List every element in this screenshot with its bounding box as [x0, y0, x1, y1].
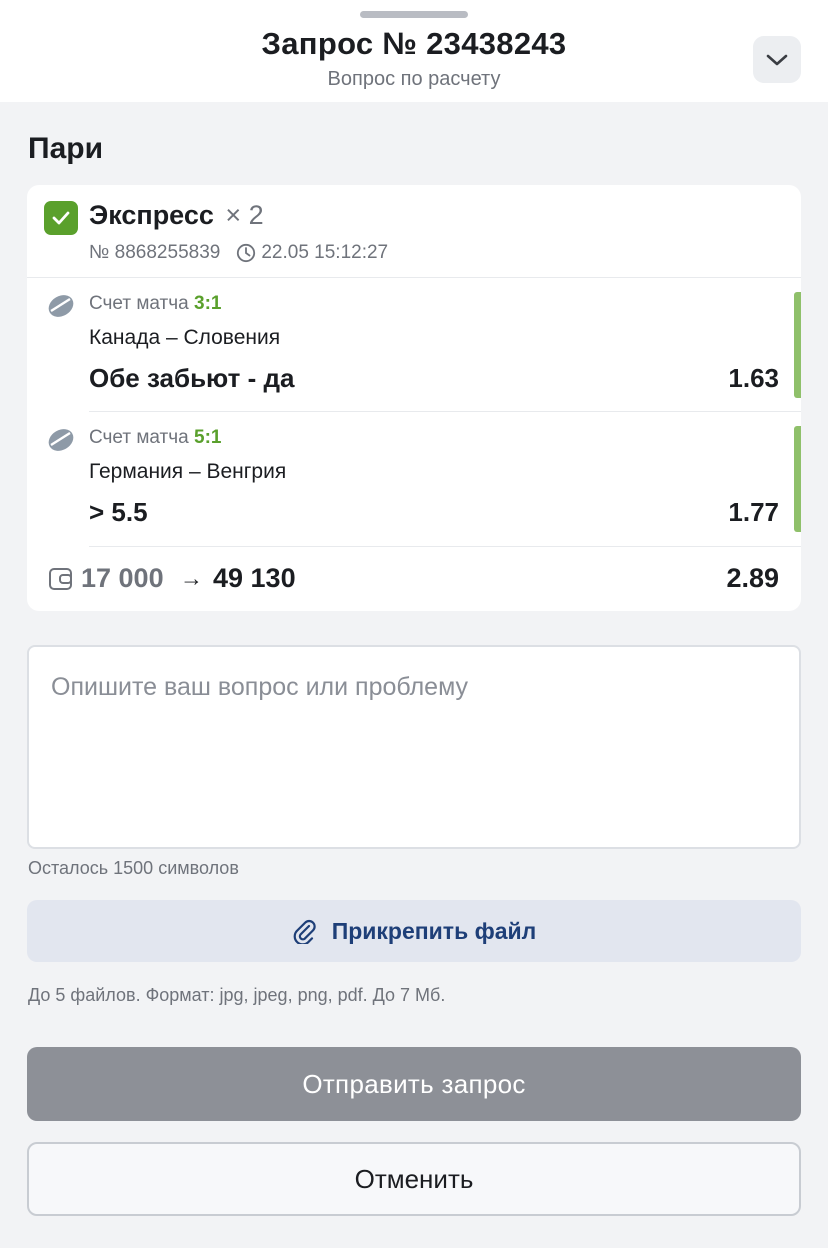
bet-type-label: Экспресс: [89, 200, 214, 230]
bet-multiplier: × 2: [225, 200, 264, 230]
score-label: Счет матча: [89, 293, 189, 314]
submit-request-button[interactable]: Отправить запрос: [27, 1047, 801, 1121]
bet-totals: 17 000 → 49 130 2.89: [27, 547, 801, 611]
clock-icon: [236, 243, 256, 263]
bet-checkbox[interactable]: [44, 201, 78, 235]
sheet-header: Запрос № 23438243 Вопрос по расчету: [0, 0, 828, 102]
event-market: > 5.5: [89, 497, 148, 527]
collapse-button[interactable]: [753, 36, 801, 83]
section-title: Пари: [28, 132, 104, 165]
page-subtitle: Вопрос по расчету: [327, 68, 501, 90]
event-odd: 1.63: [728, 363, 779, 393]
bet-card: Экспресс × 2 № 8868255839 22.05 15:12:27…: [27, 185, 801, 611]
match-score-line: Счет матча 3:1: [89, 293, 221, 315]
bet-meta: № 8868255839 22.05 15:12:27: [89, 242, 388, 264]
event-teams: Канада – Словения: [89, 326, 281, 349]
bet-type: Экспресс × 2: [89, 200, 264, 231]
stake-amount: 17 000: [81, 563, 164, 593]
event-teams: Германия – Венгрия: [89, 460, 287, 483]
attach-file-button[interactable]: Прикрепить файл: [27, 900, 801, 962]
win-indicator: [794, 292, 801, 398]
page-title: Запрос № 23438243: [261, 26, 567, 61]
event-row[interactable]: Счет матча 5:1 Германия – Венгрия > 5.5 …: [27, 411, 801, 545]
drag-handle[interactable]: [360, 11, 468, 18]
paperclip-icon: [292, 918, 316, 944]
match-score-line: Счет матча 5:1: [89, 427, 221, 449]
wallet-icon: [48, 567, 74, 596]
arrow-right-icon: →: [180, 565, 203, 591]
chars-left-counter: Осталось 1500 символов: [28, 858, 239, 878]
score-label: Счет матча: [89, 427, 189, 448]
chevron-down-icon: [766, 54, 788, 65]
event-market: Обе забьют - да: [89, 363, 295, 393]
total-odd: 2.89: [726, 563, 779, 593]
hockey-puck-icon: [46, 291, 76, 326]
attach-file-label: Прикрепить файл: [331, 917, 537, 944]
event-odd: 1.77: [728, 497, 779, 527]
check-icon: [52, 211, 70, 225]
match-score: 3:1: [194, 293, 222, 314]
file-hint: До 5 файлов. Формат: jpg, jpeg, png, pdf…: [28, 985, 446, 1005]
bet-card-header: Экспресс × 2 № 8868255839 22.05 15:12:27: [27, 185, 801, 277]
bet-number: № 8868255839: [89, 242, 221, 263]
hockey-puck-icon: [46, 425, 76, 460]
win-indicator: [794, 426, 801, 532]
cancel-button[interactable]: Отменить: [27, 1142, 801, 1216]
match-score: 5:1: [194, 427, 222, 448]
bet-datetime: 22.05 15:12:27: [261, 242, 389, 263]
event-row[interactable]: Счет матча 3:1 Канада – Словения Обе заб…: [27, 277, 801, 411]
payout-amount: 49 130: [213, 563, 296, 593]
question-textarea[interactable]: [27, 645, 801, 849]
